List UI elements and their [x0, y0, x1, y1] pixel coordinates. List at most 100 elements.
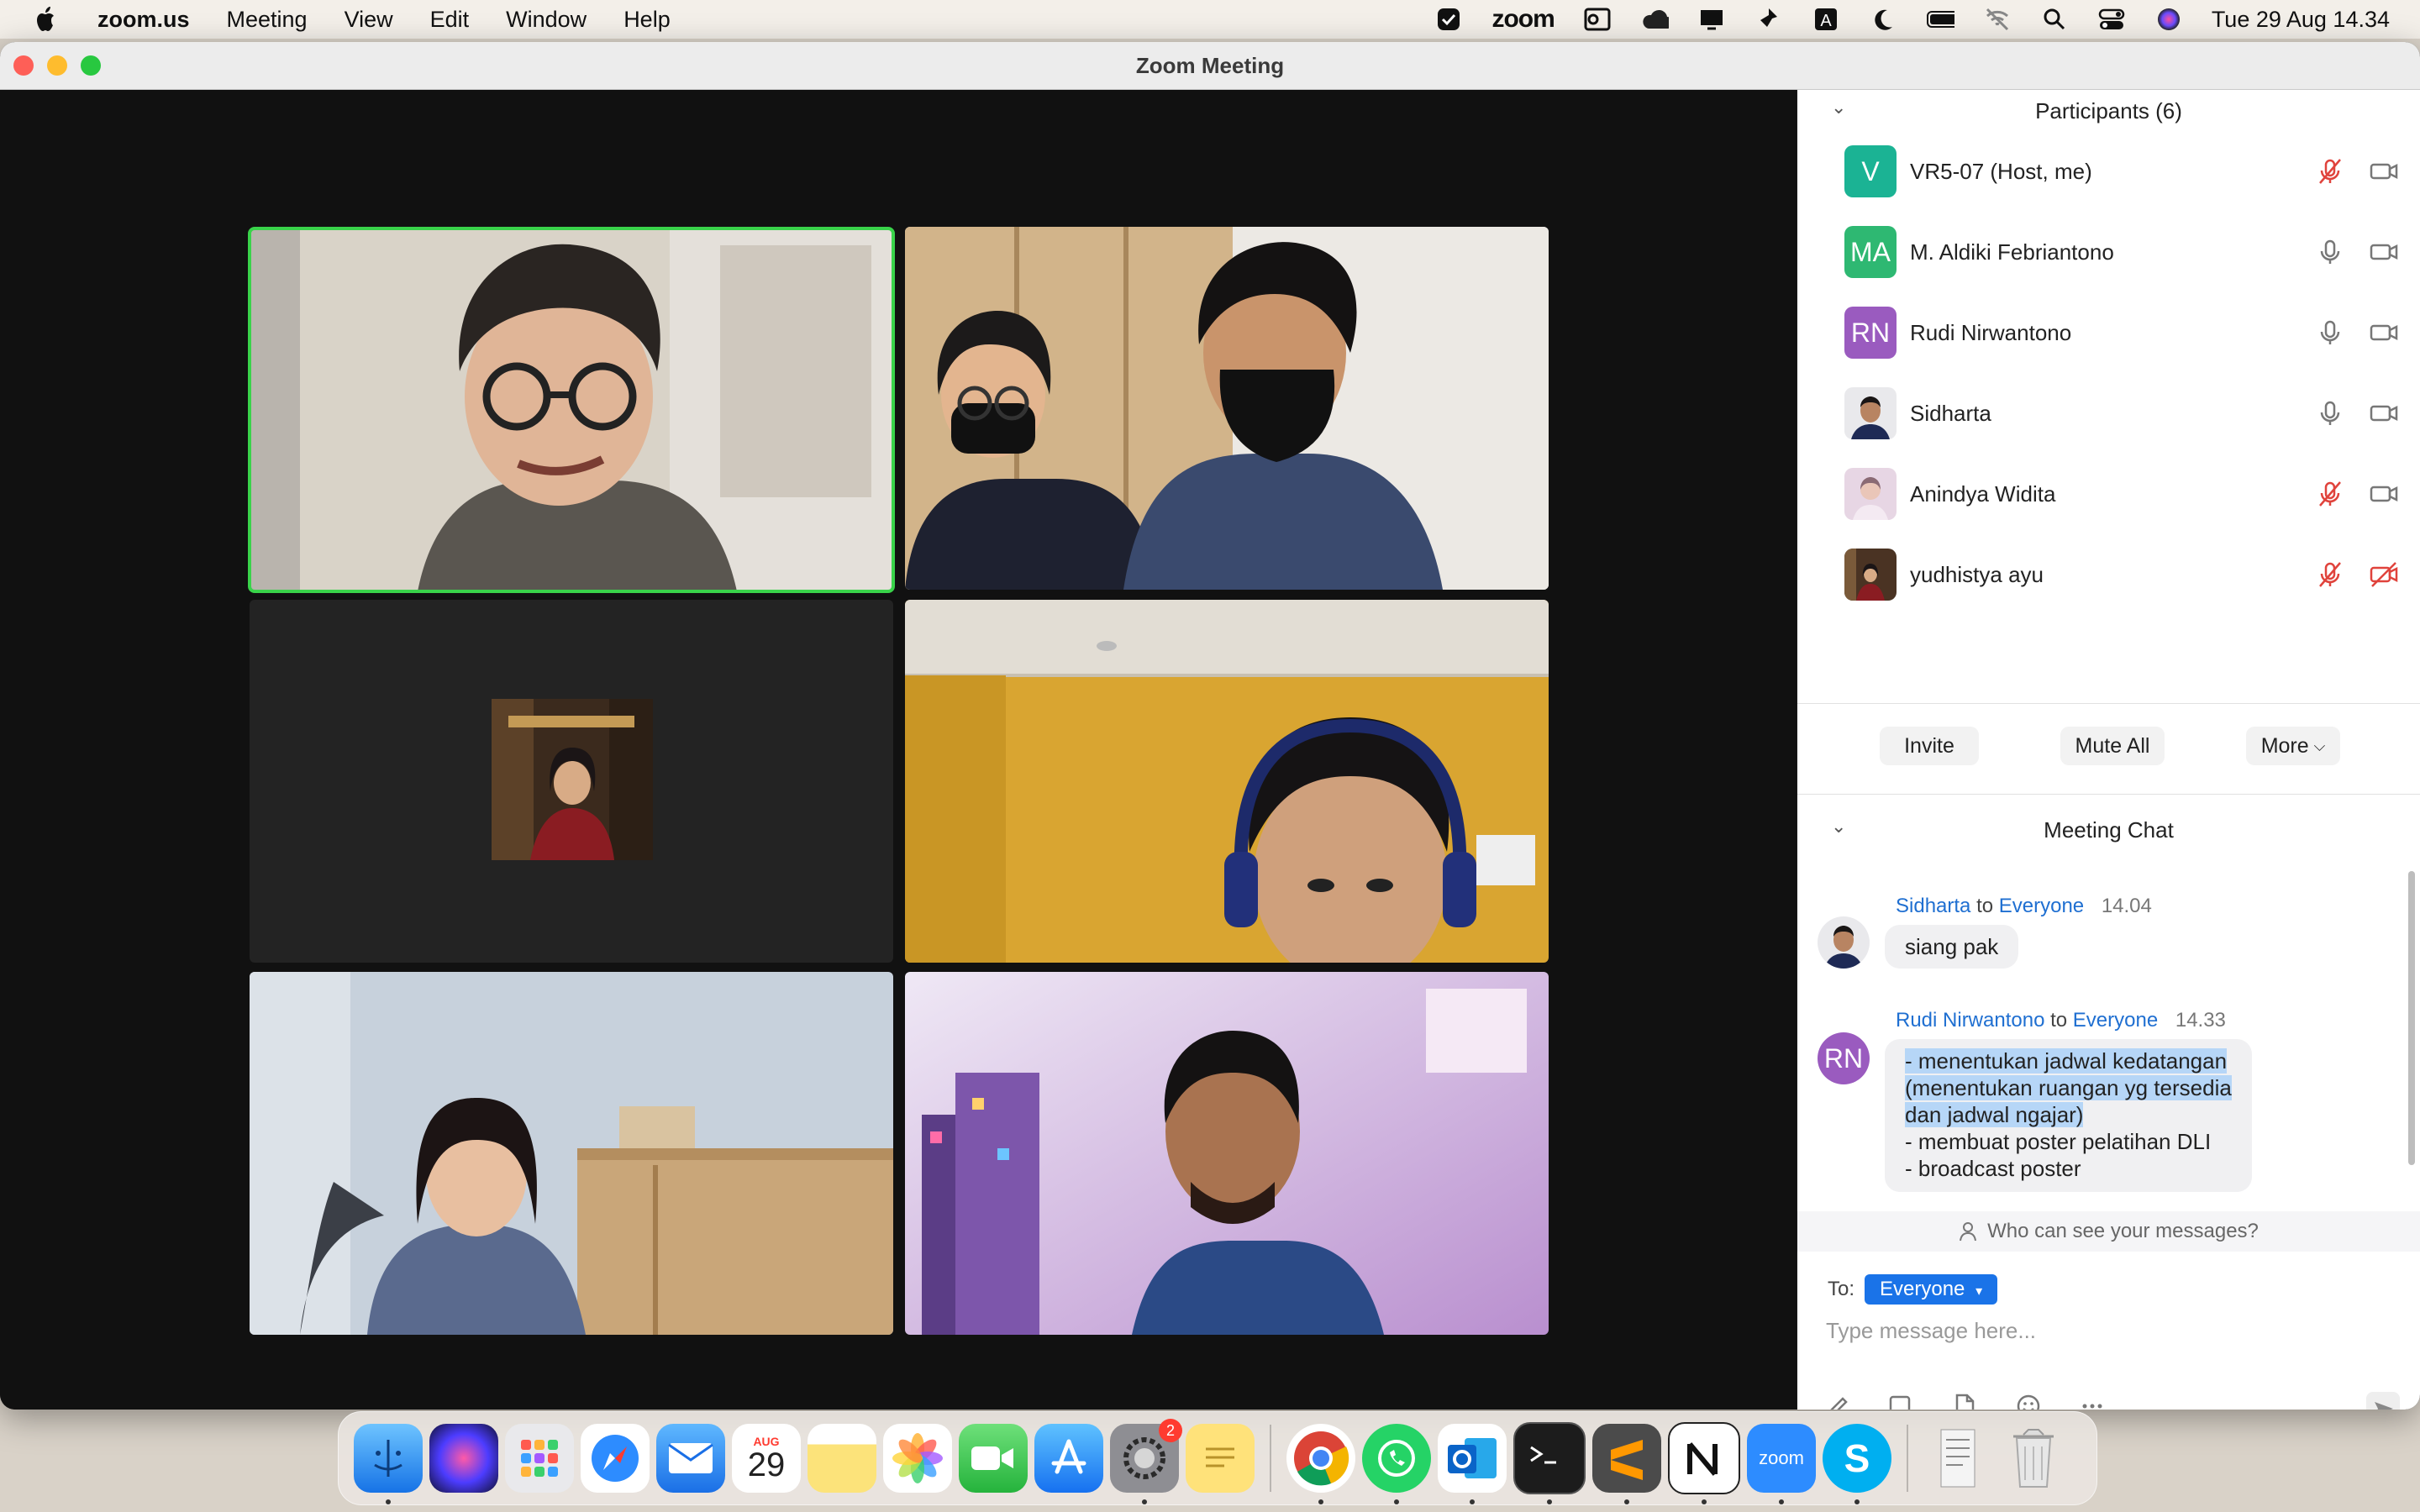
terminal-icon[interactable] [1513, 1422, 1586, 1504]
video-tile-participant-3-video-off[interactable] [250, 600, 893, 963]
chat-scrollbar[interactable] [2408, 871, 2415, 1165]
video-feed-man-glasses [250, 228, 893, 591]
launchpad-icon[interactable] [505, 1424, 574, 1493]
collapse-participants-chevron-icon[interactable]: ⌄ [1831, 97, 1846, 118]
caret-down-icon: ▾ [1975, 1284, 1983, 1299]
calendar-icon[interactable]: AUG 29 [732, 1424, 801, 1493]
participant-name: Rudi Nirwantono [1910, 319, 2072, 345]
participant-row[interactable]: Anindya Widita [1844, 465, 2399, 523]
zoom-meeting-window: Zoom Meeting ⌄ Participants (6) V VR5-07… [0, 42, 2420, 1410]
input-source-icon[interactable]: A [1812, 7, 1840, 32]
participant-row[interactable]: MA M. Aldiki Febriantono [1844, 223, 2399, 281]
send-icon[interactable] [2366, 1392, 2400, 1410]
participant-row[interactable]: V VR5-07 (Host, me) [1844, 142, 2399, 201]
video-camera-icon[interactable] [2369, 398, 2399, 428]
clock-datetime[interactable]: Tue 29 Aug 14.34 [2212, 7, 2390, 33]
chat-message-input[interactable]: Type message here... [1826, 1318, 2036, 1344]
message-line-highlighted: - menentukan jadwal kedatangan [1905, 1048, 2228, 1074]
moon-icon[interactable] [1869, 7, 1897, 32]
who-can-see-messages-link[interactable]: Who can see your messages? [1797, 1211, 2420, 1252]
checkmark-shield-icon[interactable] [1434, 7, 1463, 32]
emoji-icon[interactable] [2014, 1392, 2043, 1410]
control-center-icon[interactable] [2097, 7, 2126, 32]
photos-icon[interactable] [883, 1424, 952, 1493]
battery-icon[interactable] [1926, 7, 1954, 32]
document-stack-icon[interactable] [1923, 1424, 1992, 1493]
cloud-icon[interactable] [1640, 7, 1669, 32]
wifi-off-icon[interactable] [1983, 7, 2012, 32]
invite-button[interactable]: Invite [1880, 727, 1979, 765]
menu-edit[interactable]: Edit [430, 7, 470, 33]
chat-bubble[interactable]: - menentukan jadwal kedatangan (menentuk… [1885, 1039, 2252, 1192]
more-button[interactable]: More ⌵ [2246, 727, 2340, 765]
sender-link[interactable]: Sidharta [1896, 895, 1970, 917]
search-icon[interactable] [2040, 7, 2069, 32]
stickies-icon[interactable] [1186, 1424, 1255, 1493]
menu-view[interactable]: View [345, 7, 393, 33]
trash-icon[interactable] [1999, 1424, 2068, 1493]
menu-meeting[interactable]: Meeting [227, 7, 308, 33]
siri-icon[interactable] [2154, 7, 2183, 32]
participant-row[interactable]: RN Rudi Nirwantono [1844, 303, 2399, 362]
menu-window[interactable]: Window [506, 7, 587, 33]
mute-all-button[interactable]: Mute All [2060, 727, 2165, 765]
file-icon[interactable] [1950, 1392, 1979, 1410]
video-off-icon[interactable] [2369, 559, 2399, 590]
sublime-text-icon[interactable] [1592, 1424, 1661, 1504]
finder-icon[interactable] [354, 1424, 423, 1504]
collapse-chat-chevron-icon[interactable]: ⌄ [1831, 816, 1846, 837]
chrome-icon[interactable] [1286, 1424, 1355, 1504]
mic-muted-icon[interactable] [2315, 156, 2345, 186]
video-tile-participant-2[interactable] [905, 227, 1549, 590]
recipient-dropdown[interactable]: Everyone ▾ [1865, 1274, 1998, 1305]
participant-row[interactable]: Sidharta [1844, 384, 2399, 443]
skype-icon[interactable]: S [1823, 1424, 1891, 1504]
notes-icon[interactable] [808, 1424, 876, 1493]
video-tile-participant-5[interactable] [250, 972, 893, 1335]
display-icon[interactable] [1697, 7, 1726, 32]
video-tile-participant-6[interactable] [905, 972, 1549, 1335]
mic-muted-icon[interactable] [2315, 559, 2345, 590]
minimize-window-button[interactable] [47, 55, 67, 76]
window-title: Zoom Meeting [1135, 52, 1285, 78]
zoom-app-icon[interactable]: zoom [1747, 1424, 1816, 1504]
video-camera-icon[interactable] [2369, 237, 2399, 267]
menu-app-name[interactable]: zoom.us [97, 7, 190, 33]
video-camera-icon[interactable] [2369, 318, 2399, 348]
chat-bubble[interactable]: siang pak [1885, 925, 2019, 969]
close-window-button[interactable] [13, 55, 34, 76]
apple-icon[interactable] [34, 5, 59, 34]
format-text-icon[interactable] [1823, 1392, 1851, 1410]
notion-icon[interactable] [1668, 1422, 1740, 1504]
siri-app-icon[interactable] [429, 1424, 498, 1493]
outlook-icon[interactable] [1583, 7, 1612, 32]
recipient-link[interactable]: Everyone [2073, 1009, 2158, 1032]
mic-muted-icon[interactable] [2315, 479, 2345, 509]
mail-icon[interactable] [656, 1424, 725, 1493]
menu-help[interactable]: Help [623, 7, 671, 33]
mic-icon[interactable] [2315, 398, 2345, 428]
app-store-icon[interactable] [1034, 1424, 1103, 1493]
video-camera-icon[interactable] [2369, 479, 2399, 509]
facetime-icon[interactable] [959, 1424, 1028, 1493]
video-tile-participant-4[interactable] [905, 600, 1549, 963]
recipient-link[interactable]: Everyone [1999, 895, 2084, 917]
system-settings-icon[interactable]: 2 [1110, 1419, 1182, 1504]
sender-link[interactable]: Rudi Nirwantono [1896, 1009, 2044, 1032]
more-options-icon[interactable] [2078, 1392, 2107, 1410]
whatsapp-icon[interactable] [1362, 1424, 1431, 1504]
pin-icon[interactable] [1754, 7, 1783, 32]
mic-icon[interactable] [2315, 318, 2345, 348]
video-camera-icon[interactable] [2369, 156, 2399, 186]
zoom-status-menu[interactable]: zoom [1491, 5, 1555, 34]
chat-toolbar [1823, 1392, 2107, 1410]
safari-icon[interactable] [581, 1424, 650, 1493]
meeting-chat-title: Meeting Chat [2044, 816, 2174, 843]
video-tile-participant-1[interactable] [248, 227, 895, 593]
screenshot-icon[interactable] [1886, 1392, 1915, 1410]
outlook-app-icon[interactable] [1438, 1424, 1507, 1504]
participant-row[interactable]: yudhistya ayu [1844, 545, 2399, 604]
mic-icon[interactable] [2315, 237, 2345, 267]
window-titlebar[interactable]: Zoom Meeting [0, 42, 2420, 90]
fullscreen-window-button[interactable] [81, 55, 101, 76]
